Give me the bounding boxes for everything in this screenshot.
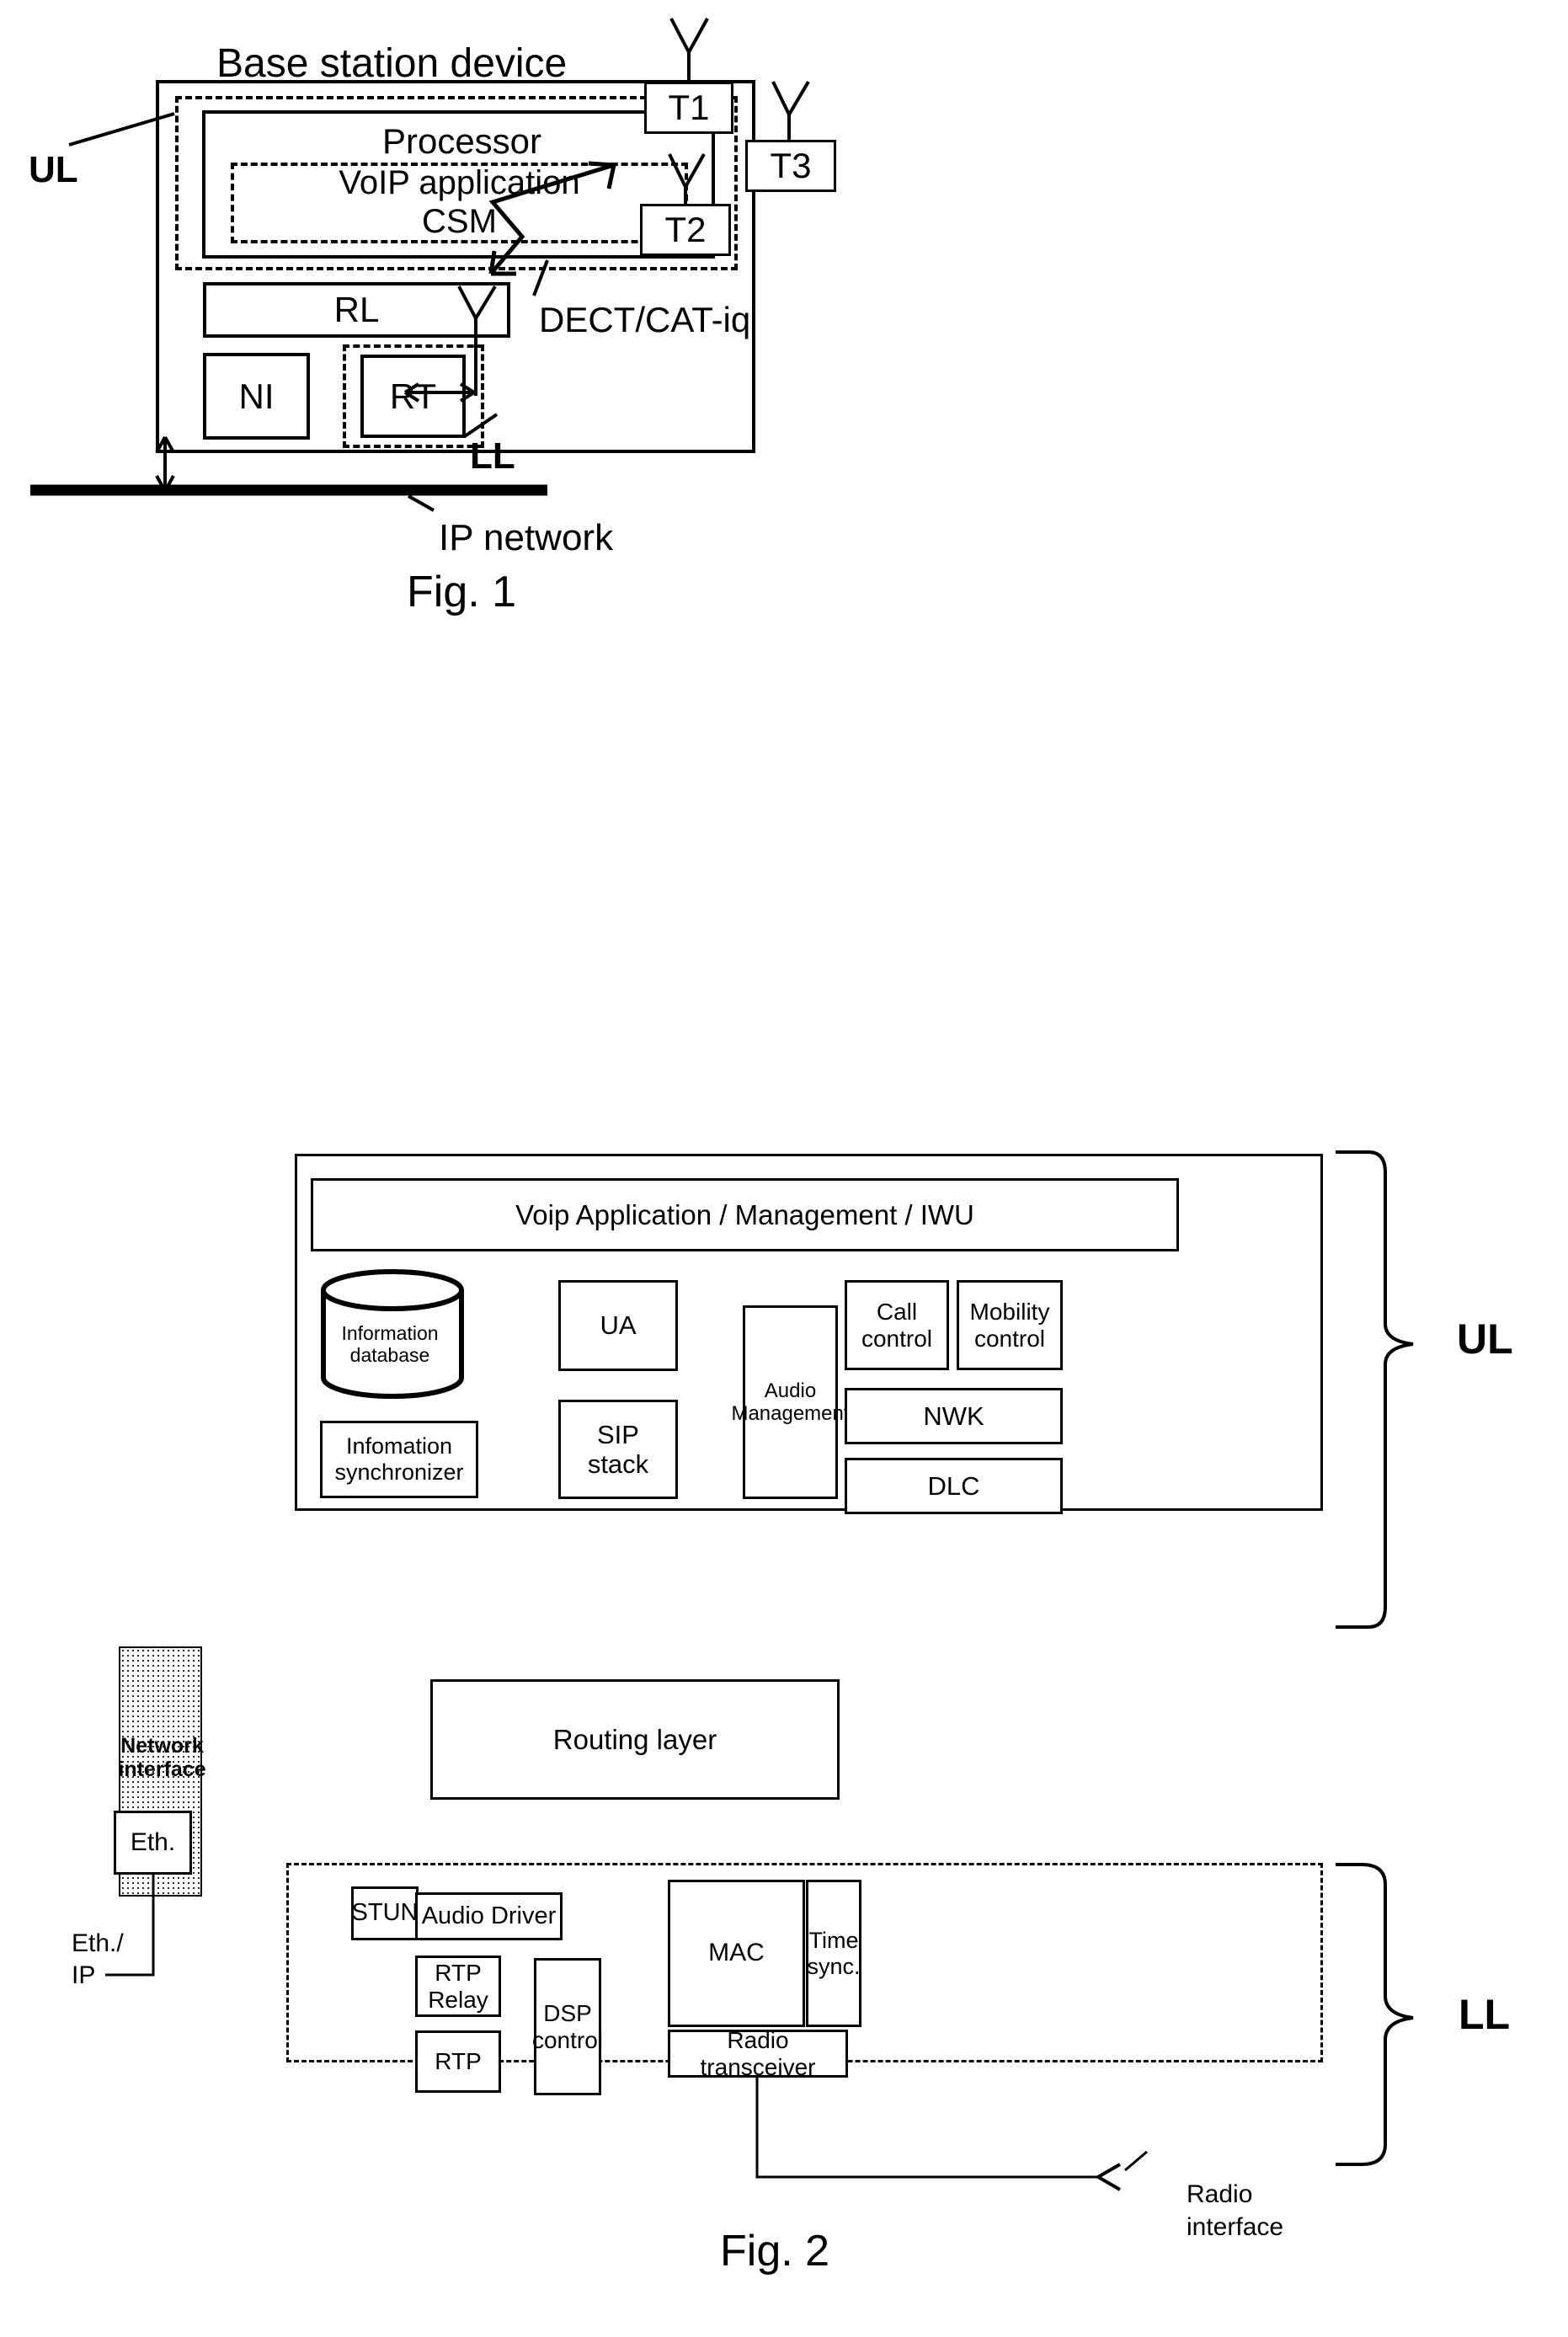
figure2-vector-art (105, 1150, 1414, 2191)
